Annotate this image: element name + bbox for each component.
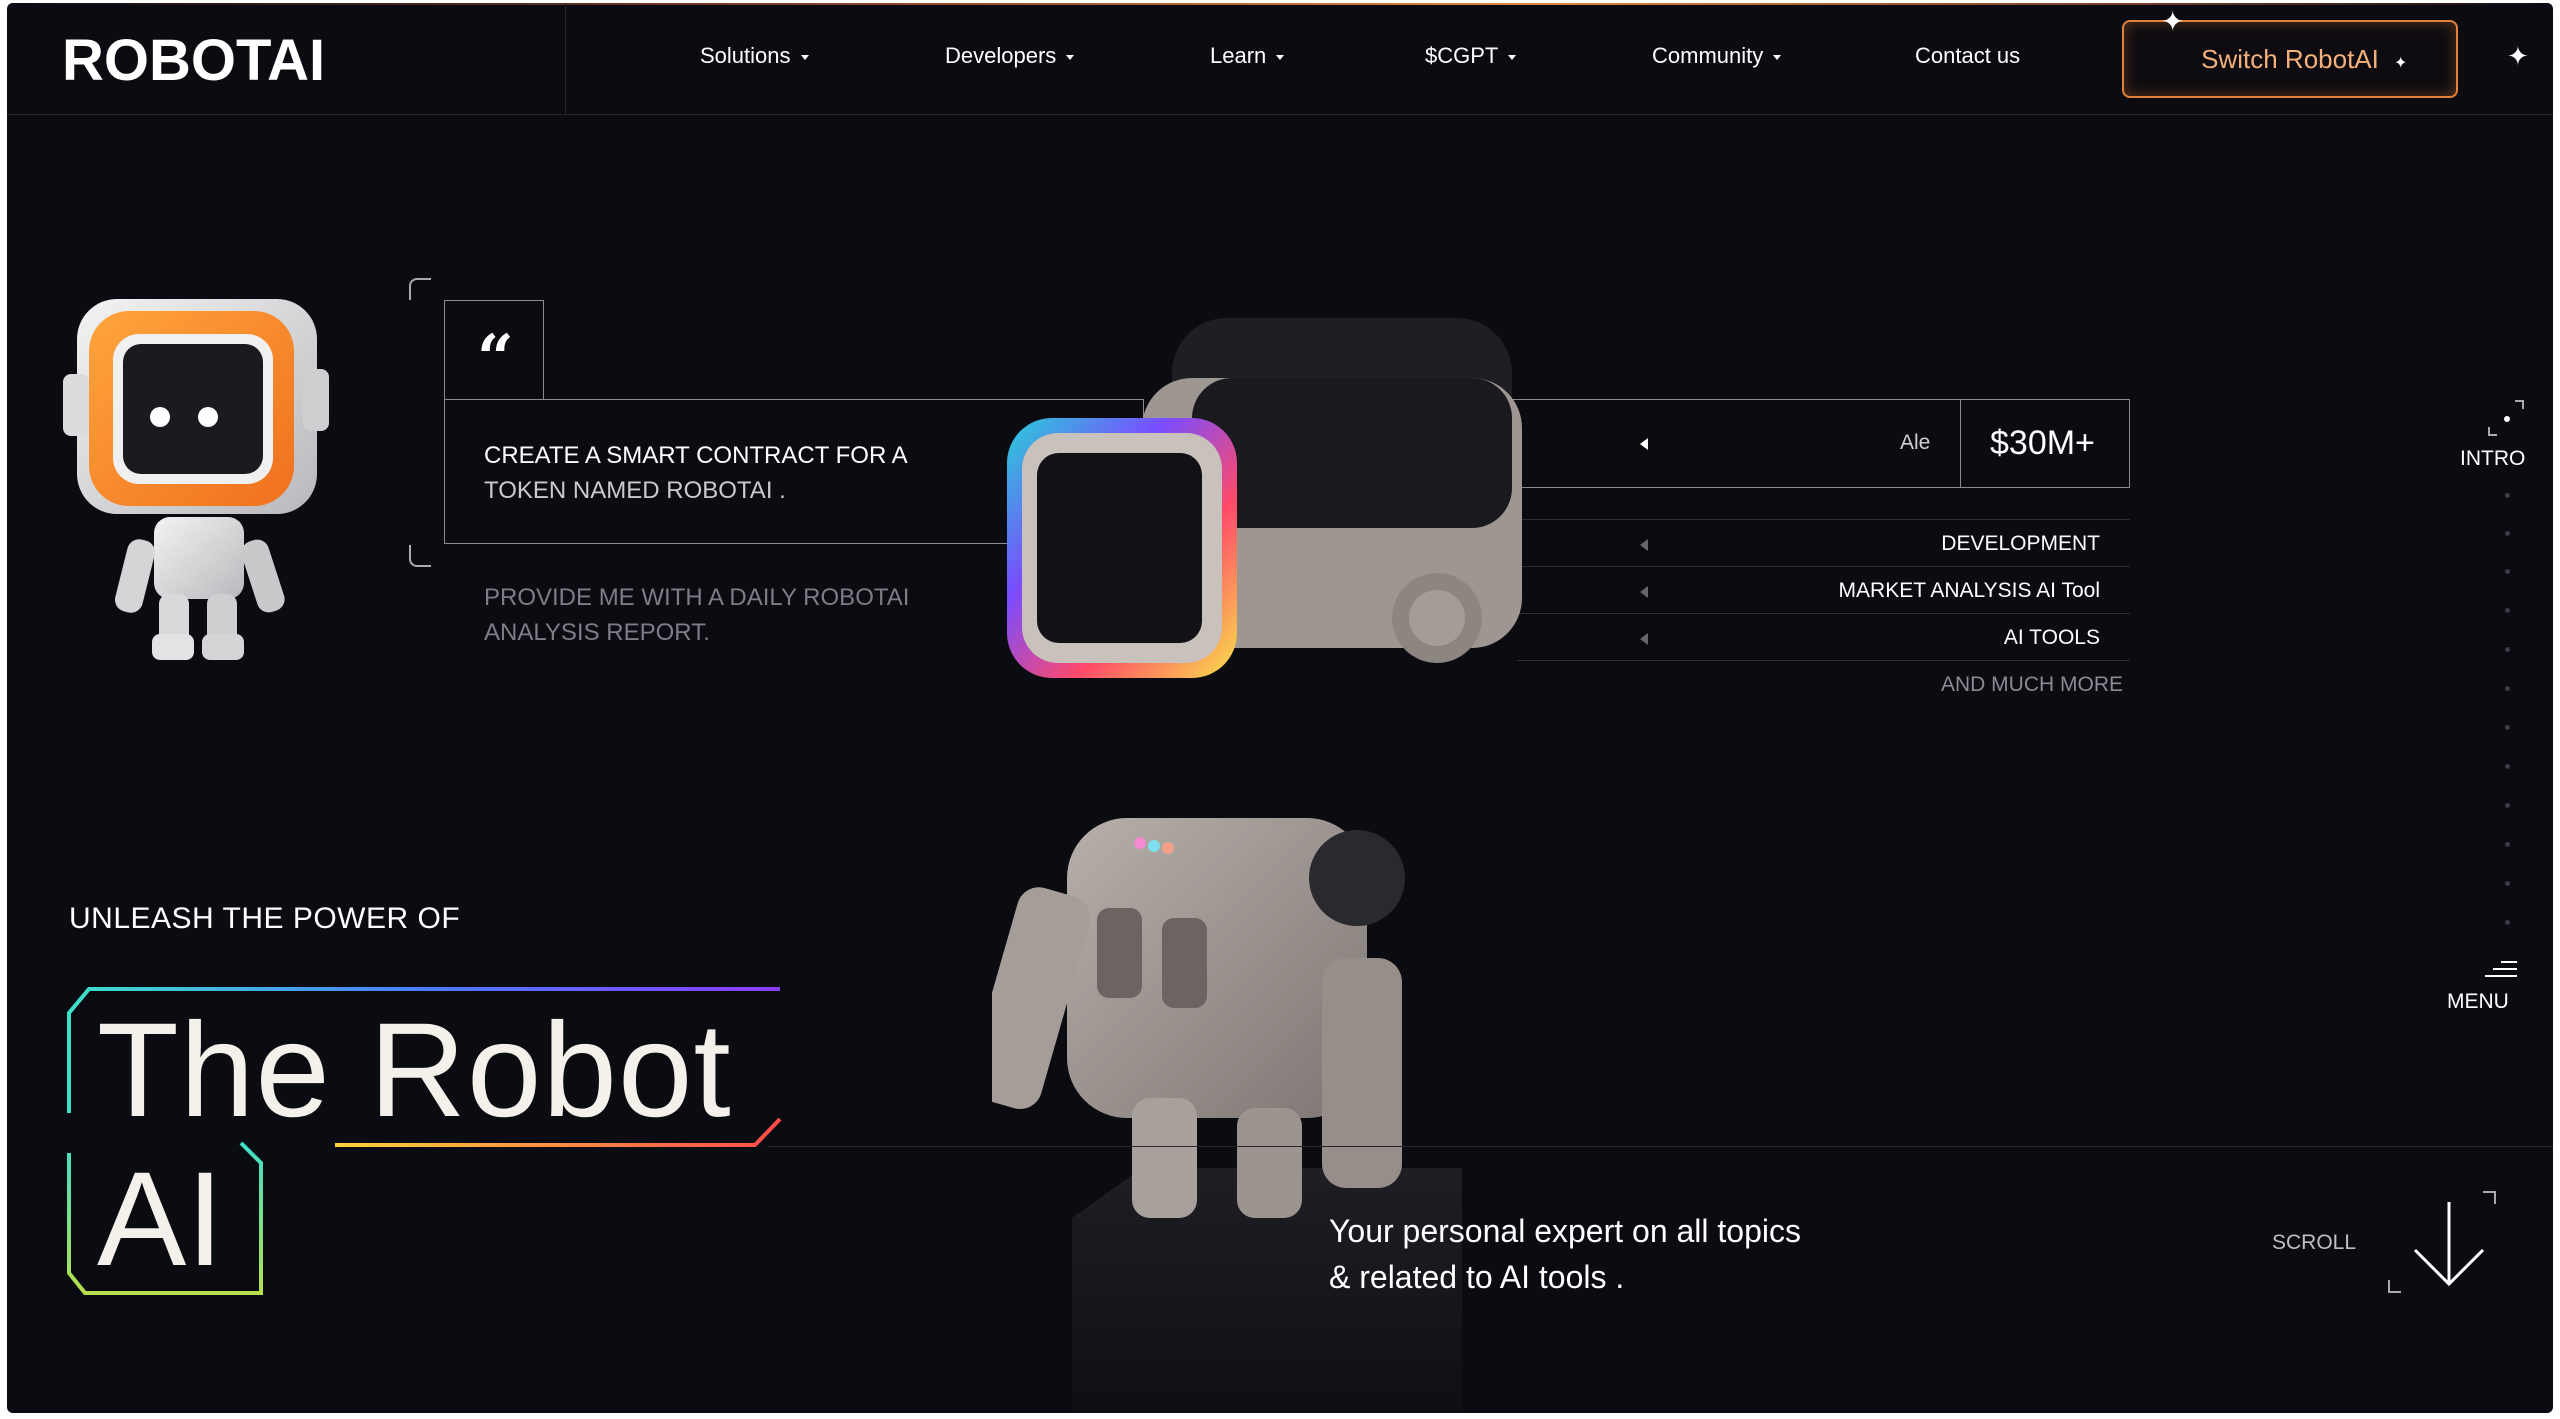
nav-cgpt[interactable]: $CGPT (1425, 43, 1517, 69)
caret-left-icon (1640, 633, 1648, 645)
nav-label: Community (1652, 43, 1764, 68)
rail-dot[interactable] (2505, 803, 2510, 808)
list-item-label: AI TOOLS (2003, 626, 2100, 649)
nav-label: Solutions (700, 43, 791, 68)
hero-title-line: AI (97, 1145, 224, 1294)
prompt-line: PROVIDE ME WITH A DAILY ROBOTAI (484, 584, 910, 611)
rail-dot[interactable] (2505, 569, 2510, 574)
stats-value: $30M+ (1990, 424, 2095, 462)
nav-label: Developers (945, 43, 1057, 68)
intro-corner-icon (2488, 400, 2524, 436)
nav-developers[interactable]: Developers (945, 43, 1075, 69)
nav-label: $CGPT (1425, 43, 1499, 68)
prompt-line: TOKEN NAMED ROBOTAI . (484, 477, 786, 504)
sparkle-icon[interactable]: ✦ (2507, 41, 2529, 72)
more-label: AND MUCH MORE (1941, 673, 2123, 696)
list-divider (1517, 660, 2130, 661)
list-item[interactable]: AI TOOLS (1517, 613, 2130, 660)
rail-dot[interactable] (2505, 725, 2510, 730)
nav-contact[interactable]: Contact us (1915, 43, 2020, 69)
nav-solutions[interactable]: Solutions (700, 43, 809, 69)
stats-label: Ale (1900, 431, 1931, 454)
list-item[interactable]: DEVELOPMENT (1517, 519, 2130, 566)
hero-eyebrow: UNLEASH THE POWER OF (69, 902, 461, 935)
nav-label: Learn (1210, 43, 1267, 68)
sparkle-icon: ✦ (2161, 6, 2185, 37)
stats-divider (1960, 399, 1961, 488)
active-prompt[interactable]: CREATE A SMART CONTRACT FOR A TOKEN NAME… (484, 438, 984, 508)
rail-intro-label[interactable]: INTRO (2460, 447, 2525, 471)
page-frame: ROBOTAI Solutions Developers Learn $CGPT… (7, 3, 2553, 1413)
prompt-line: CREATE A SMART CONTRACT FOR A (484, 442, 908, 469)
chevron-down-icon (1773, 54, 1782, 60)
list-item-label: DEVELOPMENT (1941, 532, 2100, 555)
chevron-down-icon (800, 54, 809, 60)
sparkle-icon: ✦ (2394, 55, 2408, 72)
quote-icon: “ (477, 321, 514, 396)
menu-lines-icon[interactable] (2483, 959, 2519, 979)
caret-left-icon[interactable] (1640, 438, 1648, 450)
tagline-line: Your personal expert on all topics (1329, 1213, 1801, 1249)
scroll-label: SCROLL (2272, 1231, 2357, 1254)
tagline-line: & related to AI tools . (1329, 1259, 1625, 1295)
rail-dot[interactable] (2505, 764, 2510, 769)
list-item-label: MARKET ANALYSIS AI Tool (1838, 579, 2100, 602)
caret-left-icon (1640, 539, 1648, 551)
nav-community[interactable]: Community (1652, 43, 1782, 69)
caret-left-icon (1640, 586, 1648, 598)
site-header: ROBOTAI Solutions Developers Learn $CGPT… (7, 3, 2553, 115)
tagline: Your personal expert on all topics & rel… (1329, 1208, 1801, 1300)
list-item[interactable]: MARKET ANALYSIS AI Tool (1517, 566, 2130, 613)
rail-dot[interactable] (2505, 920, 2510, 925)
rail-dot[interactable] (2505, 493, 2510, 498)
rail-dot[interactable] (2505, 842, 2510, 847)
chevron-down-icon (1276, 54, 1285, 60)
rail-dot[interactable] (2505, 531, 2510, 536)
rail-menu-label[interactable]: MENU (2447, 990, 2509, 1014)
rail-dot[interactable] (2505, 647, 2510, 652)
scroll-down-icon[interactable] (2387, 1188, 2507, 1298)
chevron-down-icon (1508, 54, 1517, 60)
hero-title-line: The Robot (97, 996, 732, 1145)
corner-bracket (409, 545, 431, 567)
prompt-line: ANALYSIS REPORT. (484, 619, 710, 646)
section-divider (767, 1146, 2553, 1147)
quote-badge: “ (444, 300, 544, 399)
rail-dot[interactable] (2505, 608, 2510, 613)
nav-learn[interactable]: Learn (1210, 43, 1285, 69)
nav-label: Contact us (1915, 43, 2021, 68)
corner-bracket (409, 278, 431, 300)
rail-dot[interactable] (2505, 686, 2510, 691)
switch-button-label: Switch RobotAI (2201, 43, 2379, 74)
chevron-down-icon (1066, 54, 1075, 60)
rail-dot[interactable] (2505, 881, 2510, 886)
secondary-prompt[interactable]: PROVIDE ME WITH A DAILY ROBOTAI ANALYSIS… (484, 580, 984, 650)
mini-robot-illustration (63, 299, 329, 660)
